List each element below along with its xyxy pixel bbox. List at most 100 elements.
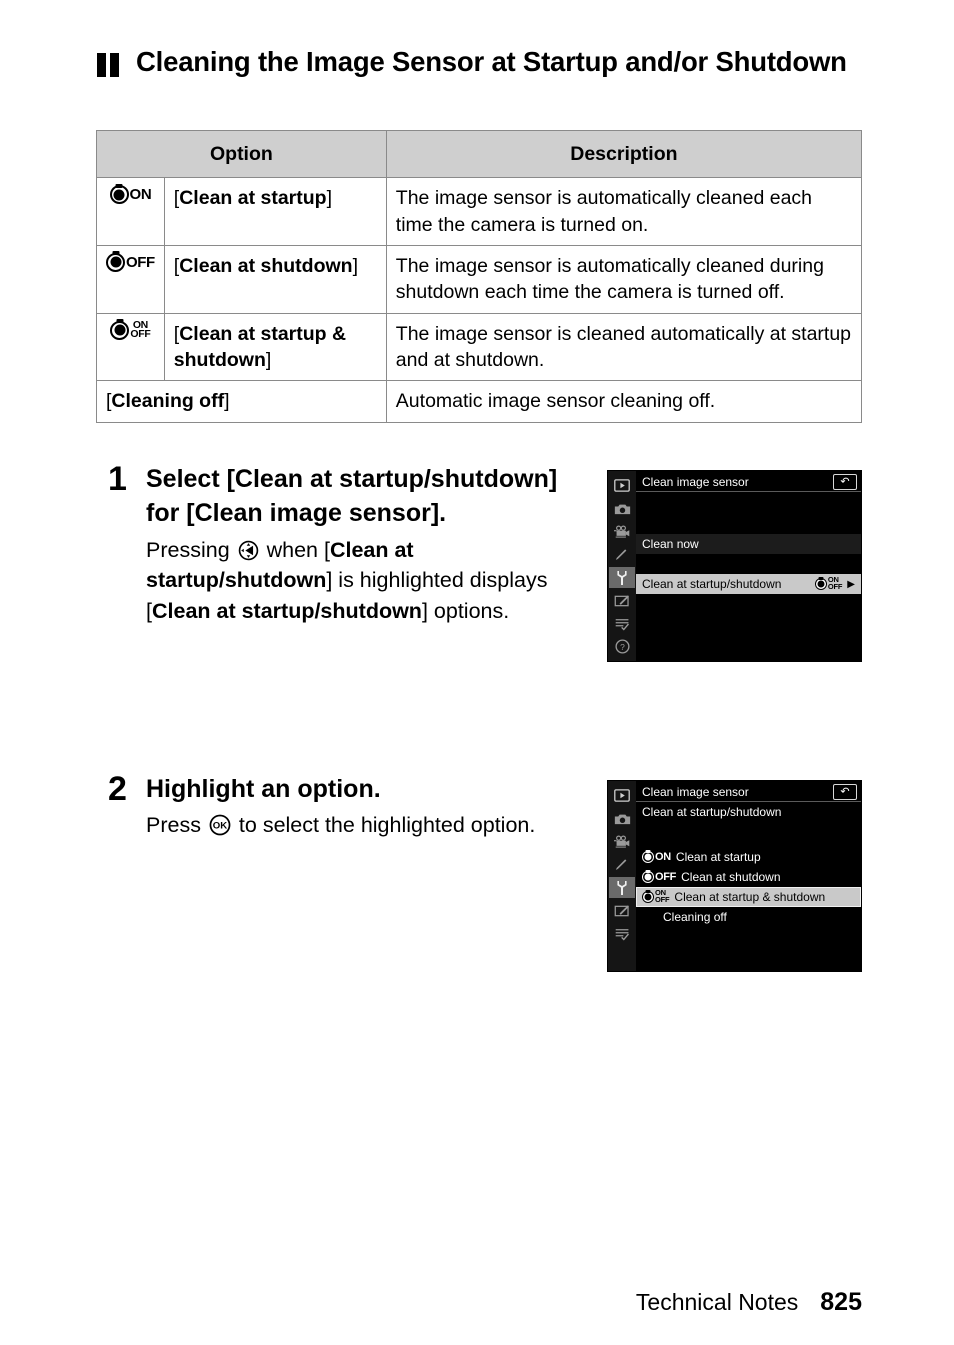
icon-label: ON [129,186,152,204]
ok-button-icon: OK [209,814,231,836]
table-cell-description: The image sensor is cleaned automaticall… [385,312,863,382]
lcd-option-clean-at-startup[interactable]: ON Clean at startup [636,847,861,867]
body-part: Press [146,813,207,838]
lcd-option-cleaning-off[interactable]: Cleaning off [636,907,861,927]
options-table: Option Description ON [Clean at startup]… [96,129,863,423]
icon-label-bottom: OFF [655,895,670,904]
body-part: when [ [260,537,330,562]
icon-label-bottom: OFF [827,582,843,591]
body-part-bold: Clean at startup/shutdown [151,598,422,623]
lcd-menu-rail: ? [608,471,636,661]
step-2: 2 Highlight an option. Press OK to selec… [108,772,578,841]
shutter-circle-icon [642,871,654,883]
lcd-menu-item-clean-now[interactable]: Clean now [636,534,861,554]
double-bar-bullet-icon [96,53,122,77]
body-part: Pressing [146,537,236,562]
lcd-option-clean-at-startup-and-shutdown[interactable]: ON OFF Clean at startup & shutdown [636,887,861,907]
playback-icon[interactable] [609,785,635,806]
footer-page-number: 825 [820,1288,862,1316]
my-menu-icon[interactable] [609,923,635,944]
bracket-close: ] [326,187,333,210]
my-menu-icon[interactable] [609,613,635,634]
step-number: 2 [108,770,127,808]
retouch-icon[interactable] [609,900,635,921]
custom-settings-pencil-icon[interactable] [609,544,635,565]
lcd-content: Clean image sensor ↶ Clean now Clean at … [636,471,861,661]
table-cell-description: Automatic image sensor cleaning off. [385,380,863,423]
table-cell-description: The image sensor is automatically cleane… [385,244,863,314]
option-label: Clean at startup [179,187,327,210]
playback-icon[interactable] [609,475,635,496]
lcd-title-bar: Clean image sensor ↶ [636,471,861,492]
table-cell-option: [Cleaning off] [96,380,387,423]
svg-text:OK: OK [213,821,227,832]
table-row: ON [Clean at startup] The image sensor i… [96,177,863,246]
setup-wrench-icon[interactable] [609,567,635,588]
step-title-part: [Clean image sensor] [186,499,440,528]
shutter-circle-icon [642,891,654,903]
footer-chapter-label: Technical Notes [635,1289,799,1315]
step-2-title: Highlight an option. [146,775,381,803]
table-header-row: Option Description [96,129,863,179]
step-number: 1 [108,460,127,498]
shutter-circle-icon [814,578,827,590]
lcd-spacer [636,819,861,847]
shutter-off-icon: OFF [96,244,165,314]
table-row: OFF [Clean at shutdown] The image sensor… [96,244,863,314]
setup-wrench-icon[interactable] [609,877,635,898]
chevron-right-icon: ▶ [847,578,855,590]
custom-settings-pencil-icon[interactable] [609,854,635,875]
lcd-title: Clean image sensor [642,785,749,799]
shutter-on-off-icon: ON OFF [96,312,165,382]
retouch-icon[interactable] [609,590,635,611]
step-1: 1 Select [Clean at startup/shutdown] for… [108,462,578,626]
step-title-part: . [439,499,447,528]
shutter-circle-icon [110,320,130,340]
movie-shooting-icon[interactable] [609,521,635,542]
page-title: Cleaning the Image Sensor at Startup and… [136,46,847,77]
step-title-part: Select [146,465,227,493]
table-cell-option: [Clean at shutdown] [163,244,387,314]
help-question-icon[interactable]: ? [609,636,635,657]
step-2-body: Press OK to select the highlighted optio… [146,810,578,841]
table-row: ON OFF [Clean at startup & shutdown] The… [96,312,863,382]
lcd-item-label: Clean at startup [675,850,761,864]
table-cell-option: [Clean at startup] [163,177,387,246]
back-arrow-icon[interactable]: ↶ [833,784,857,800]
icon-label: OFF [655,871,677,883]
lcd-item-label: Clean now [642,537,699,551]
section-heading: Cleaning the Image Sensor at Startup and… [96,44,886,79]
lcd-subtitle: Clean at startup/shutdown [642,805,782,819]
page-footer: Technical Notes 825 [0,1288,954,1317]
icon-label: OFF [126,253,155,271]
body-part: to select the highlighted option. [232,813,536,838]
multi-selector-right-icon [238,539,259,560]
document-page: Cleaning the Image Sensor at Startup and… [0,0,954,1345]
option-label: Clean at shutdown [179,254,353,277]
lcd-menu-item-clean-at-startup-shutdown[interactable]: Clean at startup/shutdown ON OFF ▶ [636,574,861,594]
shutter-circle-icon [106,252,125,272]
movie-shooting-icon[interactable] [609,831,635,852]
lcd-item-label: Clean at startup & shutdown [674,890,826,904]
icon-label: ON [655,851,671,863]
table-row: [Cleaning off] Automatic image sensor cl… [96,380,863,423]
back-arrow-icon[interactable]: ↶ [833,474,857,490]
lcd-content: Clean image sensor ↶ Clean at startup/sh… [636,781,861,971]
lcd-title-bar: Clean image sensor ↶ [636,781,861,802]
photo-shooting-icon[interactable] [609,498,635,519]
shutter-on-off-icon: ON OFF [642,889,670,904]
bracket-close: ] [224,390,230,413]
step-1-title: Select [Clean at startup/shutdown] for [… [146,462,578,531]
table-header-description: Description [385,129,863,179]
bracket-close: ] [265,348,272,371]
body-part: ] options. [421,598,510,623]
table-cell-description: The image sensor is automatically cleane… [385,177,863,246]
lcd-option-clean-at-shutdown[interactable]: OFF Clean at shutdown [636,867,861,887]
lcd-spacer [636,554,861,574]
lcd-screen-clean-at-startup-shutdown: Clean image sensor ↶ Clean at startup/sh… [607,780,862,972]
option-label: Clean at startup & shutdown [173,322,347,371]
shutter-on-off-icon: ON OFF [814,576,843,591]
table-cell-option: [Clean at startup & shutdown] [163,312,387,382]
photo-shooting-icon[interactable] [609,808,635,829]
lcd-menu-rail [608,781,636,971]
